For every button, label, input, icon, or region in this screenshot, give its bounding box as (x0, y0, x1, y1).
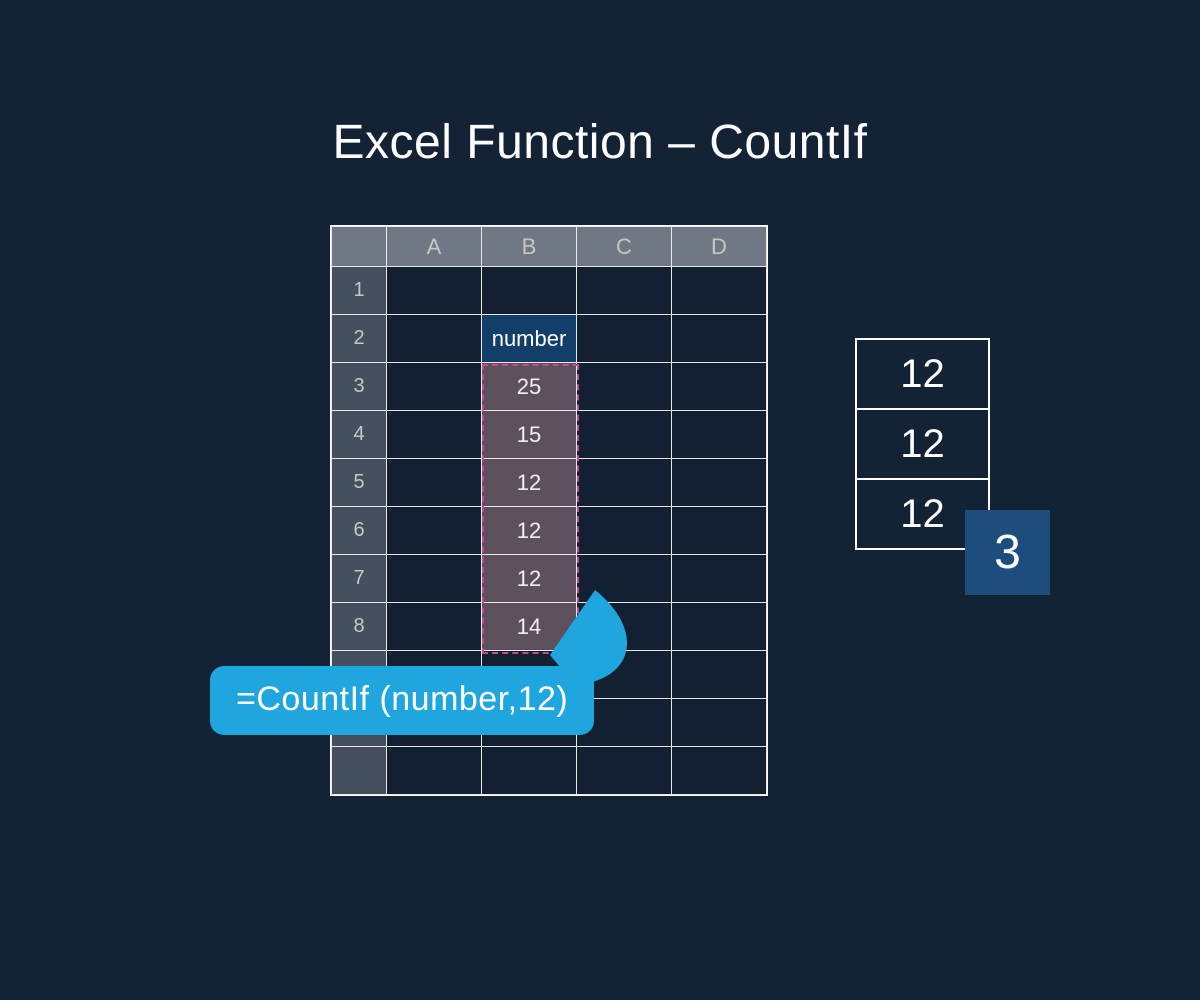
cell-a11 (387, 747, 482, 795)
col-header-a: A (387, 227, 482, 267)
cell-c3 (577, 363, 672, 411)
cell-b4: 15 (482, 411, 577, 459)
cell-d10 (672, 699, 767, 747)
match-value: 12 (855, 340, 990, 410)
corner-cell (332, 227, 387, 267)
row-11 (332, 747, 767, 795)
cell-d2 (672, 315, 767, 363)
row-header: 7 (332, 555, 387, 603)
row-header: 1 (332, 267, 387, 315)
cell-c11 (577, 747, 672, 795)
cell-a6 (387, 507, 482, 555)
match-value: 12 (855, 410, 990, 480)
count-result-badge: 3 (965, 510, 1050, 595)
row-header: 3 (332, 363, 387, 411)
column-header-row: A B C D (332, 227, 767, 267)
row-header: 5 (332, 459, 387, 507)
row-1: 1 (332, 267, 767, 315)
row-header: 4 (332, 411, 387, 459)
row-header: 2 (332, 315, 387, 363)
cell-a8 (387, 603, 482, 651)
cell-d7 (672, 555, 767, 603)
col-header-d: D (672, 227, 767, 267)
cell-d4 (672, 411, 767, 459)
row-4: 4 15 (332, 411, 767, 459)
cell-b2-range-name: number (482, 315, 577, 363)
cell-d5 (672, 459, 767, 507)
cell-a1 (387, 267, 482, 315)
col-header-c: C (577, 227, 672, 267)
cell-c4 (577, 411, 672, 459)
cell-b3: 25 (482, 363, 577, 411)
row-header (332, 747, 387, 795)
cell-d11 (672, 747, 767, 795)
cell-a7 (387, 555, 482, 603)
col-header-b: B (482, 227, 577, 267)
cell-b5: 12 (482, 459, 577, 507)
cell-c5 (577, 459, 672, 507)
cell-a4 (387, 411, 482, 459)
cell-d6 (672, 507, 767, 555)
page-title: Excel Function – CountIf (0, 115, 1200, 170)
row-header: 6 (332, 507, 387, 555)
row-6: 6 12 (332, 507, 767, 555)
row-2: 2 number (332, 315, 767, 363)
cell-d9 (672, 651, 767, 699)
cell-b6: 12 (482, 507, 577, 555)
cell-c6 (577, 507, 672, 555)
cell-b11 (482, 747, 577, 795)
count-illustration: 12 12 12 3 (855, 338, 990, 550)
cell-d1 (672, 267, 767, 315)
row-header: 8 (332, 603, 387, 651)
row-8: 8 14 (332, 603, 767, 651)
formula-bubble: =CountIf (number,12) (210, 666, 594, 735)
cell-d8 (672, 603, 767, 651)
cell-a5 (387, 459, 482, 507)
cell-c1 (577, 267, 672, 315)
row-3: 3 25 (332, 363, 767, 411)
row-7: 7 12 (332, 555, 767, 603)
cell-a3 (387, 363, 482, 411)
cell-b1 (482, 267, 577, 315)
cell-d3 (672, 363, 767, 411)
row-5: 5 12 (332, 459, 767, 507)
cell-c2 (577, 315, 672, 363)
formula-text: =CountIf (number,12) (236, 680, 568, 718)
cell-a2 (387, 315, 482, 363)
